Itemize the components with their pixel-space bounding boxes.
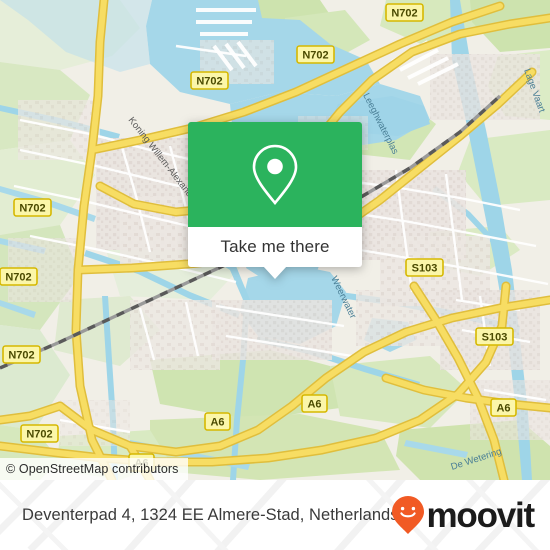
map-popup-card[interactable]: Take me there	[188, 122, 362, 279]
moovit-smiley-pin-icon	[392, 496, 425, 534]
shield-s103-1: S103	[405, 258, 444, 277]
shield-a6-4: A6	[490, 398, 517, 417]
svg-text:A6: A6	[210, 417, 224, 429]
shield-n702-3: N702	[190, 71, 229, 90]
shield-n702-1: N702	[385, 3, 424, 22]
footer-content: Deventerpad 4, 1324 EE Almere-Stad, Neth…	[0, 480, 550, 550]
svg-text:N702: N702	[196, 76, 222, 88]
moovit-logo[interactable]: moovit	[391, 495, 535, 535]
svg-text:N702: N702	[5, 272, 31, 284]
svg-text:S103: S103	[482, 332, 508, 344]
popup-icon-area	[188, 122, 362, 227]
moovit-wordmark: moovit	[426, 495, 535, 535]
svg-text:A6: A6	[496, 403, 510, 415]
shield-n702-5: N702	[0, 267, 38, 286]
shield-n702-4: N702	[13, 198, 52, 217]
take-me-there-label: Take me there	[220, 237, 330, 256]
address-text: Deventerpad 4, 1324 EE Almere-Stad, Neth…	[22, 505, 399, 524]
footer-bar: Deventerpad 4, 1324 EE Almere-Stad, Neth…	[0, 480, 550, 550]
svg-text:N702: N702	[391, 8, 417, 20]
shield-n702-2: N702	[296, 45, 335, 64]
map-pin-icon	[252, 144, 298, 205]
popup-pointer	[263, 266, 287, 279]
svg-text:N702: N702	[26, 429, 52, 441]
svg-text:N702: N702	[8, 350, 34, 362]
svg-text:S103: S103	[412, 263, 438, 275]
svg-text:A6: A6	[307, 399, 321, 411]
shield-s103-2: S103	[475, 327, 514, 346]
svg-text:N702: N702	[302, 50, 328, 62]
popup-action-area[interactable]: Take me there	[188, 227, 362, 279]
shield-n702-7: N702	[20, 424, 59, 443]
shield-n702-6: N702	[2, 345, 41, 364]
moovit-map-screenshot: Koning Willem-Alexanderweg Leeghwaterpla…	[0, 0, 550, 550]
svg-text:N702: N702	[19, 203, 45, 215]
osm-attribution[interactable]: © OpenStreetMap contributors	[0, 458, 188, 480]
shield-a6-1: A6	[204, 412, 231, 431]
shield-a6-2: A6	[301, 394, 328, 413]
